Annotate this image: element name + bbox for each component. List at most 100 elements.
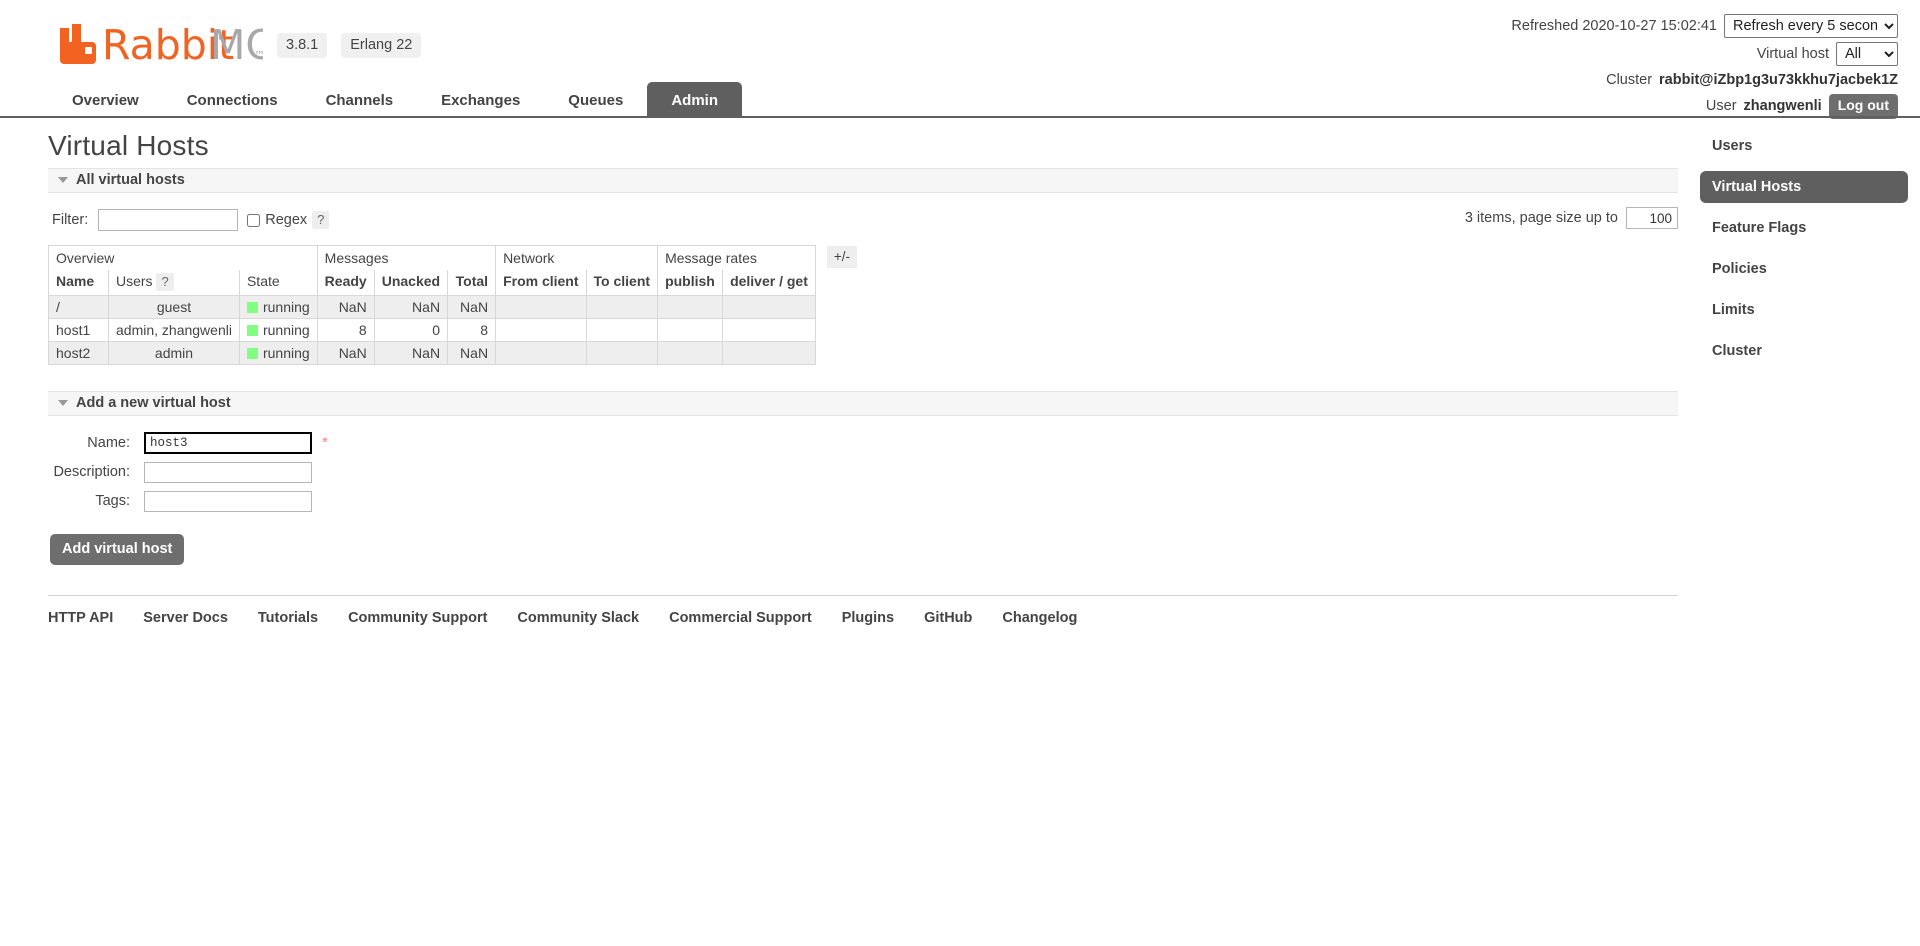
- cell-total: 8: [447, 317, 497, 342]
- cell-unacked: NaN: [373, 294, 449, 319]
- cell-name[interactable]: host1: [48, 317, 109, 342]
- footer-link-server-docs[interactable]: Server Docs: [143, 610, 228, 626]
- cell-users: admin: [108, 340, 240, 365]
- tags-input[interactable]: [144, 490, 312, 512]
- cluster-label: Cluster: [1606, 72, 1653, 88]
- cell-from-client: [495, 294, 587, 319]
- toggle-columns-button[interactable]: +/-: [826, 246, 858, 268]
- cell-users: admin, zhangwenli: [108, 317, 240, 342]
- cell-publish: [657, 317, 724, 342]
- sidebar-item-cluster[interactable]: Cluster: [1700, 335, 1908, 367]
- filter-input[interactable]: [98, 209, 239, 231]
- column-header-to-client[interactable]: To client: [585, 270, 659, 296]
- footer-link-plugins[interactable]: Plugins: [842, 610, 894, 626]
- sidebar-item-feature-flags[interactable]: Feature Flags: [1700, 212, 1908, 244]
- cell-deliver-get: [722, 340, 816, 365]
- cell-deliver-get: [722, 317, 816, 342]
- sidebar-item-virtual-hosts[interactable]: Virtual Hosts: [1700, 171, 1908, 203]
- main-nav-tabs: Overview Connections Channels Exchanges …: [48, 82, 742, 118]
- all-virtual-hosts-section-header[interactable]: All virtual hosts: [48, 168, 1678, 193]
- cell-name[interactable]: host2: [48, 340, 109, 365]
- table-row[interactable]: host2 admin running NaN NaN NaN: [48, 340, 816, 365]
- column-header-from-client[interactable]: From client: [495, 270, 587, 296]
- footer-link-community-support[interactable]: Community Support: [348, 610, 487, 626]
- refreshed-timestamp: Refreshed 2020-10-27 15:02:41: [1511, 17, 1717, 34]
- regex-checkbox[interactable]: [247, 213, 261, 227]
- paging-info: 3 items, page size up to: [1465, 207, 1678, 229]
- cell-state-label: running: [262, 344, 310, 361]
- form-row-description: Description:: [48, 461, 1678, 483]
- regex-label: Regex: [265, 212, 308, 228]
- add-virtual-host-section-header[interactable]: Add a new virtual host: [48, 390, 1678, 416]
- footer-link-github[interactable]: GitHub: [924, 610, 972, 626]
- user-label: User: [1705, 98, 1737, 115]
- vhost-filter-select[interactable]: All: [1836, 42, 1898, 66]
- main-content: Virtual Hosts All virtual hosts Filter: …: [48, 130, 1678, 626]
- column-header-ready[interactable]: Ready: [316, 270, 375, 296]
- all-virtual-hosts-title: All virtual hosts: [76, 172, 185, 188]
- table-row[interactable]: / guest running NaN NaN NaN: [48, 294, 816, 319]
- tab-connections[interactable]: Connections: [163, 82, 302, 118]
- footer-link-commercial-support[interactable]: Commercial Support: [669, 610, 812, 626]
- cell-deliver-get: [722, 294, 816, 319]
- tab-admin[interactable]: Admin: [647, 82, 742, 118]
- user-name: zhangwenli: [1743, 98, 1822, 115]
- brand-logo-block[interactable]: Rabbit MQ ™ 3.8.1 Erlang 22: [58, 18, 422, 64]
- column-header-users[interactable]: Users ?: [108, 270, 240, 296]
- form-row-name: Name: *: [48, 431, 1678, 454]
- cell-unacked: 0: [373, 317, 449, 342]
- footer-link-changelog[interactable]: Changelog: [1002, 610, 1077, 626]
- form-row-tags: Tags:: [48, 490, 1678, 512]
- footer-link-tutorials[interactable]: Tutorials: [258, 610, 318, 626]
- tab-channels[interactable]: Channels: [302, 82, 418, 118]
- cell-from-client: [495, 317, 587, 342]
- column-header-state[interactable]: State: [238, 270, 318, 296]
- group-header-overview: Overview: [48, 245, 318, 270]
- tab-queues[interactable]: Queues: [544, 82, 647, 118]
- cluster-name: rabbit@iZbp1g3u73kkhu7jacbek1Z: [1659, 72, 1898, 88]
- cell-publish: [657, 340, 724, 365]
- column-header-name[interactable]: Name: [48, 270, 109, 296]
- users-help-icon[interactable]: ?: [156, 273, 174, 291]
- sidebar-item-users[interactable]: Users: [1700, 130, 1908, 162]
- sidebar-item-policies[interactable]: Policies: [1700, 253, 1908, 285]
- footer-link-community-slack[interactable]: Community Slack: [517, 610, 639, 626]
- cell-state-label: running: [262, 321, 310, 338]
- cell-total: NaN: [447, 294, 497, 319]
- cell-name[interactable]: /: [48, 294, 109, 319]
- name-label: Name:: [87, 434, 130, 451]
- cell-publish: [657, 294, 724, 319]
- table-column-header-row: Name Users ? State Ready Unacked Total F…: [48, 270, 816, 296]
- table-group-header-row: Overview Messages Network Message rates: [48, 245, 816, 270]
- page-title: Virtual Hosts: [48, 130, 209, 161]
- refresh-row: Refreshed 2020-10-27 15:02:41 Refresh ev…: [1511, 14, 1898, 38]
- description-input[interactable]: [144, 461, 312, 483]
- table-row[interactable]: host1 admin, zhangwenli running 8 0 8: [48, 317, 816, 342]
- regex-help-icon[interactable]: ?: [312, 210, 330, 230]
- chevron-down-icon: [58, 399, 68, 406]
- tab-overview[interactable]: Overview: [48, 82, 163, 118]
- cell-ready: NaN: [316, 294, 375, 319]
- cell-to-client: [585, 340, 659, 365]
- name-input[interactable]: [144, 431, 312, 454]
- column-header-publish[interactable]: publish: [657, 270, 724, 296]
- chevron-down-icon: [58, 177, 68, 183]
- rabbitmq-logo-icon[interactable]: Rabbit MQ ™: [58, 18, 263, 64]
- vhost-filter-label: Virtual host: [1756, 45, 1829, 62]
- sidebar-item-limits[interactable]: Limits: [1700, 294, 1908, 326]
- cell-ready: NaN: [316, 340, 375, 365]
- footer-link-http-api[interactable]: HTTP API: [48, 610, 113, 626]
- refresh-interval-select[interactable]: Refresh every 5 seconds: [1724, 14, 1898, 38]
- column-header-deliver-get[interactable]: deliver / get: [722, 270, 816, 296]
- column-header-unacked[interactable]: Unacked: [373, 270, 449, 296]
- state-running-icon: [246, 301, 258, 313]
- vhost-row: Virtual host All: [1511, 42, 1898, 66]
- column-header-total[interactable]: Total: [447, 270, 497, 296]
- server-version-badge: 3.8.1: [277, 33, 328, 58]
- page-size-input[interactable]: [1626, 207, 1678, 229]
- virtual-hosts-table: Overview Messages Network Message rates …: [48, 245, 816, 365]
- tab-exchanges[interactable]: Exchanges: [417, 82, 544, 118]
- add-virtual-host-button[interactable]: Add virtual host: [50, 533, 185, 565]
- state-running-icon: [246, 324, 258, 336]
- state-running-icon: [246, 347, 258, 359]
